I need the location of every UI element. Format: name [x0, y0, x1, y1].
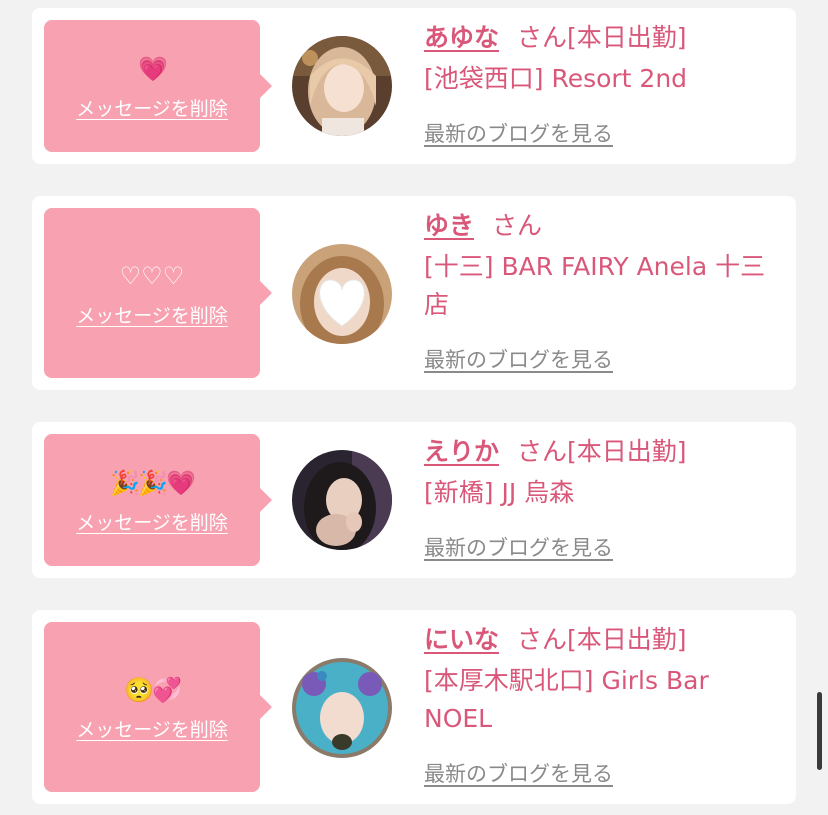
avatar[interactable]	[292, 244, 392, 344]
message-text: 💗	[138, 54, 168, 83]
sender-info: あゆな さん[本日出勤] [池袋西口] Resort 2nd	[424, 22, 780, 98]
shop-name: [本厚木駅北口] Girls Bar NOEL	[424, 666, 709, 733]
sender-info: にいな さん[本日出勤] [本厚木駅北口] Girls Bar NOEL	[424, 624, 780, 738]
delete-message-link[interactable]: メッセージを削除	[76, 508, 228, 535]
avatar[interactable]	[292, 36, 392, 136]
sender-info: ゆき さん [十三] BAR FAIRY Anela 十三店	[424, 210, 780, 324]
avatar[interactable]	[292, 450, 392, 550]
latest-blog-link[interactable]: 最新のブログを見る	[424, 532, 613, 562]
woman-photo-avatar-icon	[292, 450, 392, 550]
message-card: 💗 メッセージを削除 あゆな さん[本日出勤] [池袋西口] Resort 2nd…	[32, 8, 796, 164]
message-card: 🥺💞 メッセージを削除 にいな さん[本日出勤] [本厚木駅北口] Girls B…	[32, 610, 796, 804]
message-card: ♡♡♡ メッセージを削除 ゆき さん [十三] BAR FAIRY Anela 十…	[32, 196, 796, 390]
sender-name-link[interactable]: にいな	[424, 625, 499, 654]
heart-covered-photo-avatar-icon	[292, 244, 392, 344]
message-card: 🎉🎉💗 メッセージを削除 えりか さん[本日出勤] [新橋] JJ 烏森 最新のブ…	[32, 422, 796, 578]
message-bubble: ♡♡♡ メッセージを削除	[44, 208, 272, 378]
message-text: ♡♡♡	[119, 261, 185, 290]
scrollbar[interactable]	[817, 692, 822, 770]
shop-name: [十三] BAR FAIRY Anela 十三店	[424, 252, 766, 319]
message-bubble: 🎉🎉💗 メッセージを削除	[44, 434, 272, 566]
latest-blog-link[interactable]: 最新のブログを見る	[424, 118, 613, 148]
sender-suffix: さん	[492, 211, 543, 240]
sender-suffix: さん[本日出勤]	[517, 23, 687, 52]
delete-message-link[interactable]: メッセージを削除	[76, 301, 228, 328]
shop-name: [新橋] JJ 烏森	[424, 478, 575, 507]
delete-message-link[interactable]: メッセージを削除	[76, 94, 228, 121]
sender-info: えりか さん[本日出勤] [新橋] JJ 烏森	[424, 436, 780, 512]
message-bubble: 🥺💞 メッセージを削除	[44, 622, 272, 792]
latest-blog-link[interactable]: 最新のブログを見る	[424, 344, 613, 374]
delete-message-link[interactable]: メッセージを削除	[76, 715, 228, 742]
message-list: 💗 メッセージを削除 あゆな さん[本日出勤] [池袋西口] Resort 2nd…	[0, 0, 828, 815]
sender-name-link[interactable]: ゆき	[424, 211, 474, 240]
message-text: 🎉🎉💗	[110, 468, 196, 497]
costume-photo-avatar-icon	[292, 658, 392, 758]
sender-name-link[interactable]: えりか	[424, 437, 499, 466]
sender-name-link[interactable]: あゆな	[424, 23, 499, 52]
sender-suffix: さん[本日出勤]	[517, 625, 687, 654]
avatar[interactable]	[292, 658, 392, 758]
message-bubble: 💗 メッセージを削除	[44, 20, 272, 152]
message-text: 🥺💞	[124, 675, 182, 704]
latest-blog-link[interactable]: 最新のブログを見る	[424, 758, 613, 788]
woman-photo-avatar-icon	[292, 36, 392, 136]
shop-name: [池袋西口] Resort 2nd	[424, 64, 688, 93]
sender-suffix: さん[本日出勤]	[517, 437, 687, 466]
